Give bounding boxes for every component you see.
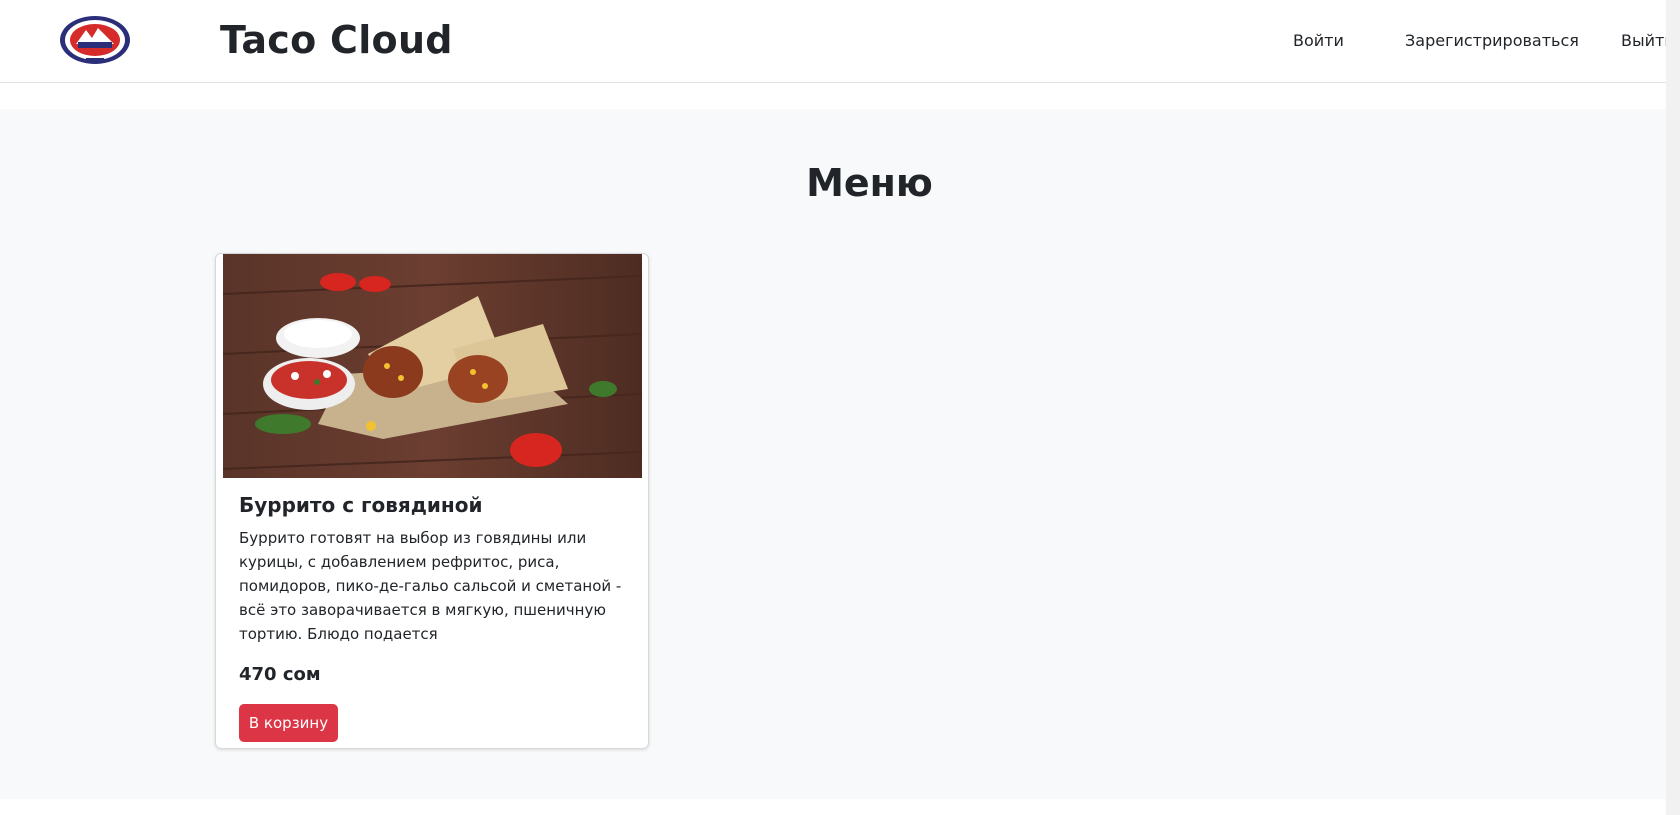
page-scrollbar[interactable] (1666, 0, 1680, 815)
ala-too-logo-icon[interactable] (58, 14, 132, 66)
navbar: Taco Cloud Войти Зарегистрироваться Выйт… (0, 0, 1680, 83)
brand-title[interactable]: Taco Cloud (220, 18, 453, 62)
menu-section: Меню Буррито с говядиной Буррито готовят… (0, 109, 1666, 799)
burrito-image (223, 254, 642, 478)
menu-title: Меню (806, 161, 933, 205)
nav-register-link[interactable]: Зарегистрироваться (1405, 31, 1579, 50)
menu-item-name: Буррито с говядиной (239, 493, 483, 517)
nav-login-link[interactable]: Войти (1293, 31, 1344, 50)
menu-item-description: Буррито готовят на выбор из говядины или… (239, 529, 622, 643)
menu-item-card: Буррито с говядиной Буррито готовят на в… (215, 253, 649, 749)
add-to-cart-button[interactable]: В корзину (239, 704, 338, 742)
menu-item-price: 470 сом (239, 664, 321, 685)
